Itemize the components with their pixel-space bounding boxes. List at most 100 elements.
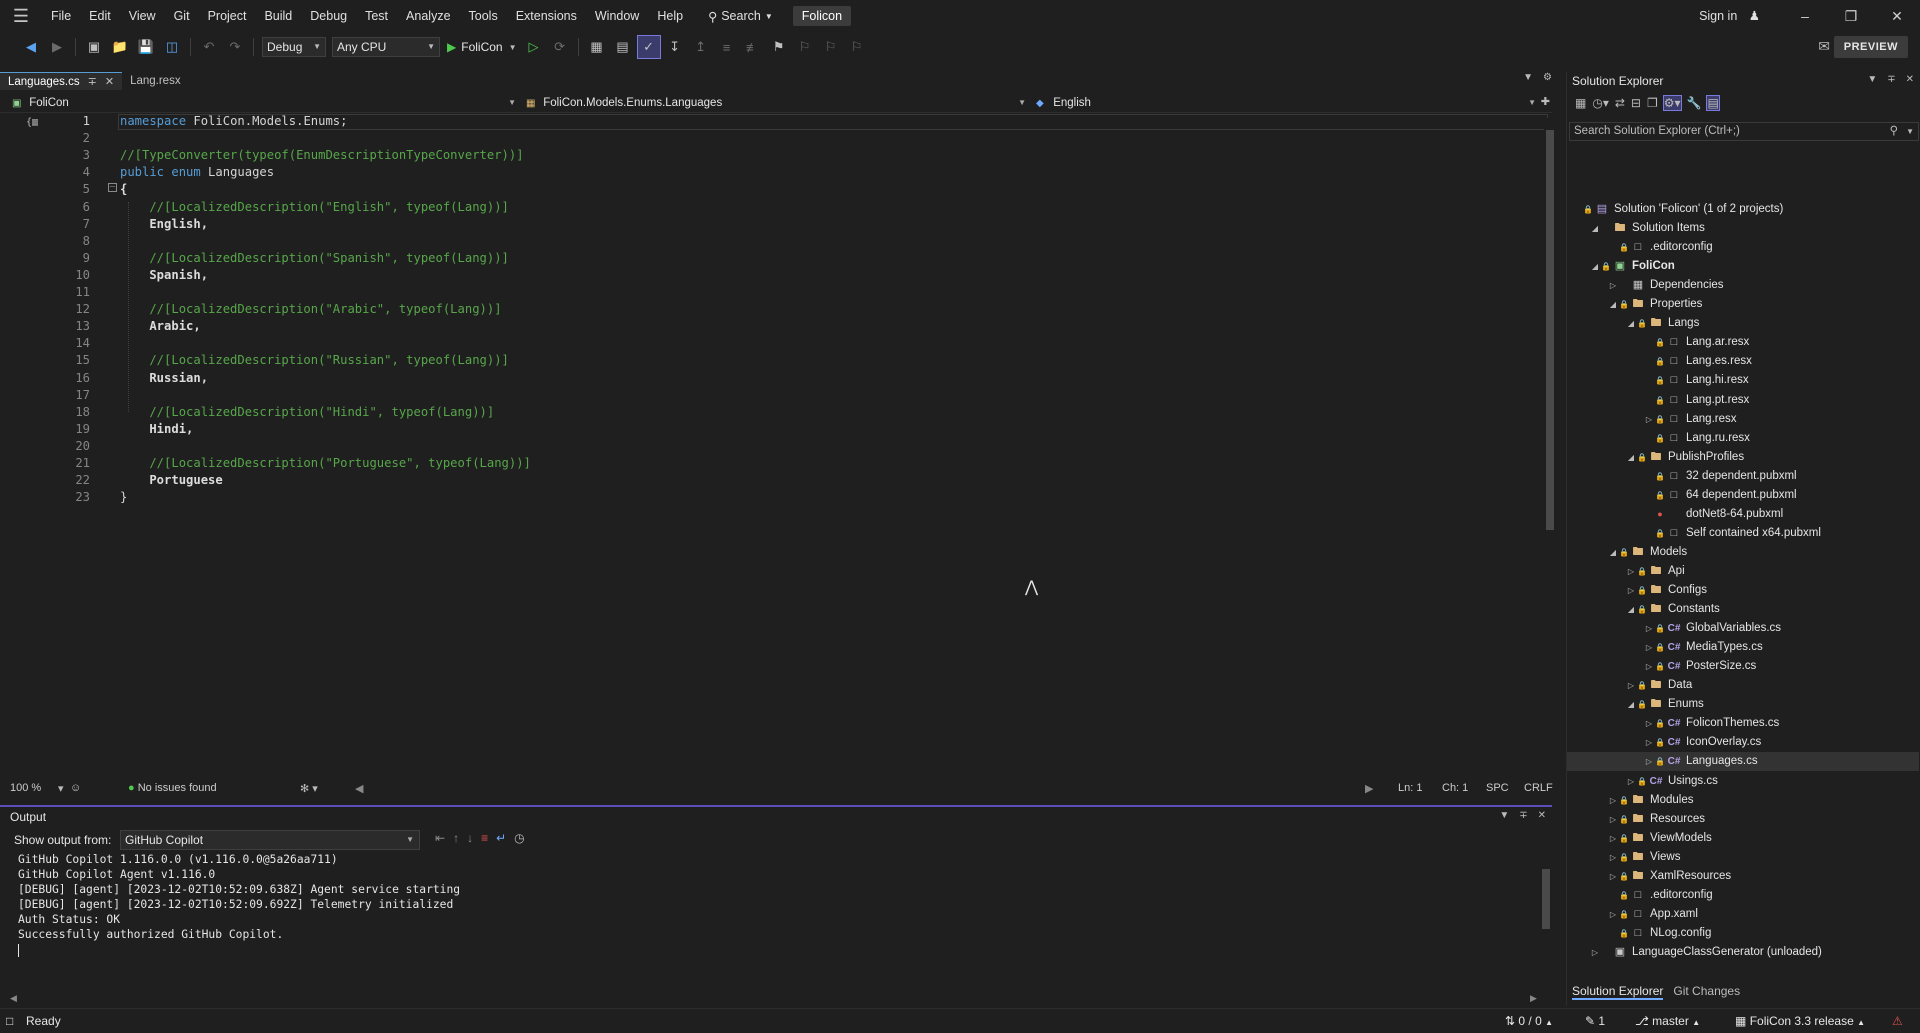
column-indicator[interactable]: Ch: 1 xyxy=(1442,782,1468,794)
tree-item[interactable]: ◢ 🔒 ▣ FoliCon xyxy=(1567,257,1919,276)
output-source-dropdown[interactable]: GitHub Copilot ▼ xyxy=(120,830,420,850)
clear-all-icon[interactable]: ≡ xyxy=(481,831,488,845)
feedback-icon[interactable]: ✉ xyxy=(1818,38,1830,55)
save-all-icon[interactable]: ◫ xyxy=(161,36,183,58)
pending-changes-filter-icon[interactable]: ◷▾ xyxy=(1592,96,1609,110)
tree-item[interactable]: ◢ 🔒 🖿 Langs xyxy=(1567,314,1919,333)
timestamp-icon[interactable]: ◷ xyxy=(514,831,524,845)
scroll-right-icon[interactable]: ▶ xyxy=(1365,782,1373,795)
output-log[interactable]: GitHub Copilot 1.116.0.0 (v1.116.0.0@5a2… xyxy=(18,852,460,942)
prev-message-icon[interactable]: ↑ xyxy=(453,831,459,845)
expanded-arrow-icon[interactable]: ◢ xyxy=(1589,257,1601,276)
close-icon[interactable]: ✕ xyxy=(1874,0,1920,32)
menu-analyze[interactable]: Analyze xyxy=(397,0,459,32)
tree-item[interactable]: 🔒 □ Self contained x64.pubxml xyxy=(1567,524,1919,543)
code-editor[interactable]: {▥ 1 2 3 4 5 6 7 8 9 10 11 12 13 14 15 16 17 18 19 20 21 22 23… xyxy=(8,114,1548,779)
tree-item[interactable]: ▷ 🔒 C# PosterSize.cs xyxy=(1567,657,1919,676)
tree-item[interactable]: 🔒 □ .editorconfig xyxy=(1567,238,1919,257)
collapsed-arrow-icon[interactable]: ▷ xyxy=(1643,619,1655,638)
clear-bookmarks-icon[interactable]: ⚐ xyxy=(846,36,868,58)
line-ending-indicator[interactable]: CRLF xyxy=(1524,782,1553,794)
expanded-arrow-icon[interactable]: ◢ xyxy=(1589,219,1601,238)
comment-icon[interactable]: ≡ xyxy=(716,36,738,58)
tab-list-dropdown-icon[interactable]: ▼ xyxy=(1523,72,1533,83)
tree-item[interactable]: ▷ 🔒 🖿 Configs xyxy=(1567,581,1919,600)
menu-view[interactable]: View xyxy=(120,0,165,32)
show-all-files-icon[interactable]: ❐ xyxy=(1647,96,1658,110)
tree-item[interactable]: ▷ 🔒 C# IconOverlay.cs xyxy=(1567,733,1919,752)
type-dropdown[interactable]: ▦ FoliCon.Models.Enums.Languages ▼ xyxy=(522,94,1030,112)
collapsed-arrow-icon[interactable]: ▷ xyxy=(1607,829,1619,848)
sync-icon[interactable]: ⇄ xyxy=(1615,96,1625,110)
collapsed-arrow-icon[interactable]: ▷ xyxy=(1607,905,1619,924)
preview-button[interactable]: PREVIEW xyxy=(1833,36,1908,58)
tree-item[interactable]: 🔒 □ Lang.hi.resx xyxy=(1567,371,1919,390)
sync-indicator[interactable]: ⇅ 0 / 0 ▲ xyxy=(1505,1014,1553,1028)
collapsed-arrow-icon[interactable]: ▷ xyxy=(1607,848,1619,867)
browse-icon[interactable]: ▦ xyxy=(586,36,608,58)
tree-item[interactable]: ▷ 🔒 🖿 Api xyxy=(1567,562,1919,581)
repository-indicator[interactable]: ▦ FoliCon 3.3 release ▲ xyxy=(1735,1014,1865,1028)
preview-selected-icon[interactable]: ⚙▾ xyxy=(1662,95,1682,111)
tree-item[interactable]: ▷ 🔒 C# Languages.cs xyxy=(1567,752,1919,772)
collapsed-arrow-icon[interactable]: ▷ xyxy=(1607,867,1619,886)
chevron-down-icon[interactable]: ▼ xyxy=(1906,123,1914,140)
collapsed-arrow-icon[interactable]: ▷ xyxy=(1607,276,1619,295)
expanded-arrow-icon[interactable]: ◢ xyxy=(1607,543,1619,562)
new-project-icon[interactable]: ▣ xyxy=(83,36,105,58)
collapsed-arrow-icon[interactable]: ▷ xyxy=(1643,733,1655,752)
start-without-debugging-icon[interactable]: ▷ xyxy=(523,36,545,58)
tree-item[interactable]: ▷ 🔒 🖿 Resources xyxy=(1567,810,1919,829)
platform-dropdown[interactable]: Any CPU ▼ xyxy=(332,37,440,57)
project-name-badge[interactable]: Folicon xyxy=(792,6,852,26)
whitespace-indicator[interactable]: SPC xyxy=(1486,782,1509,794)
undo-icon[interactable]: ↶ xyxy=(198,36,220,58)
view-code-icon[interactable]: ▤ xyxy=(1706,95,1720,111)
scroll-right-icon[interactable]: ▶ xyxy=(1530,993,1537,1004)
collapsed-arrow-icon[interactable]: ▷ xyxy=(1643,714,1655,733)
tree-item[interactable]: 🔒 ▤ Solution 'Folicon' (1 of 2 projects) xyxy=(1567,200,1919,219)
tree-item[interactable]: ▷ ▦ Dependencies xyxy=(1567,276,1919,295)
dropdown-icon[interactable]: ▼ xyxy=(1499,810,1509,821)
collapsed-arrow-icon[interactable]: ▷ xyxy=(1625,562,1637,581)
close-icon[interactable]: ✕ xyxy=(1538,810,1546,821)
tree-item[interactable]: ◢ 🖿 Solution Items xyxy=(1567,219,1919,238)
tab-lang-resx[interactable]: Lang.resx xyxy=(122,72,189,90)
restore-icon[interactable]: ❐ xyxy=(1828,0,1874,32)
word-wrap-icon[interactable]: ↵ xyxy=(496,831,506,845)
tree-item[interactable]: 🔒 □ .editorconfig xyxy=(1567,886,1919,905)
tree-item[interactable]: ▷ 🔒 □ App.xaml xyxy=(1567,905,1919,924)
properties-icon[interactable]: 🔧 xyxy=(1687,96,1702,110)
solution-search-input[interactable]: Search Solution Explorer (Ctrl+;) ⚲ ▼ xyxy=(1569,122,1919,141)
switch-views-icon[interactable]: ▦ xyxy=(1575,96,1586,110)
notifications-bell-icon[interactable]: ⚠ xyxy=(1892,1014,1903,1028)
chevron-down-icon[interactable]: ▾ xyxy=(58,782,64,795)
menu-test[interactable]: Test xyxy=(356,0,397,32)
line-indicator[interactable]: Ln: 1 xyxy=(1398,782,1422,794)
step-icon[interactable]: ↧ xyxy=(664,36,686,58)
branch-indicator[interactable]: ⎇ master ▲ xyxy=(1635,1014,1700,1028)
tree-item[interactable]: ▷ 🔒 🖿 Modules xyxy=(1567,791,1919,810)
scrollbar-thumb[interactable] xyxy=(1546,130,1554,530)
menu-debug[interactable]: Debug xyxy=(301,0,356,32)
scrollbar-thumb[interactable] xyxy=(1542,869,1550,929)
collapsed-arrow-icon[interactable]: ▷ xyxy=(1643,752,1655,771)
settings-icon[interactable]: ⚙ xyxy=(1543,72,1552,83)
editor-vertical-scrollbar[interactable] xyxy=(1544,118,1556,778)
collapsed-arrow-icon[interactable]: ▷ xyxy=(1643,657,1655,676)
redo-icon[interactable]: ↷ xyxy=(224,36,246,58)
tab-solution-explorer[interactable]: Solution Explorer xyxy=(1572,984,1664,1000)
edits-indicator[interactable]: ✎ 1 xyxy=(1585,1014,1605,1028)
tree-item[interactable]: 🔒 □ NLog.config xyxy=(1567,924,1919,943)
output-vertical-scrollbar[interactable] xyxy=(1540,855,1552,985)
sign-in-button[interactable]: Sign in ♟ xyxy=(1699,0,1760,32)
collapsed-arrow-icon[interactable]: ▷ xyxy=(1589,943,1601,962)
issues-indicator[interactable]: ● No issues found xyxy=(128,782,217,794)
tree-item[interactable]: ◢ 🔒 🖿 Enums xyxy=(1567,695,1919,714)
collapsed-arrow-icon[interactable]: ▷ xyxy=(1643,638,1655,657)
collapsed-arrow-icon[interactable]: ▷ xyxy=(1625,772,1637,791)
menu-edit[interactable]: Edit xyxy=(80,0,120,32)
collapse-all-icon[interactable]: ⊟ xyxy=(1631,96,1641,110)
menu-build[interactable]: Build xyxy=(255,0,301,32)
tree-item[interactable]: ▷ 🔒 □ Lang.resx xyxy=(1567,410,1919,429)
